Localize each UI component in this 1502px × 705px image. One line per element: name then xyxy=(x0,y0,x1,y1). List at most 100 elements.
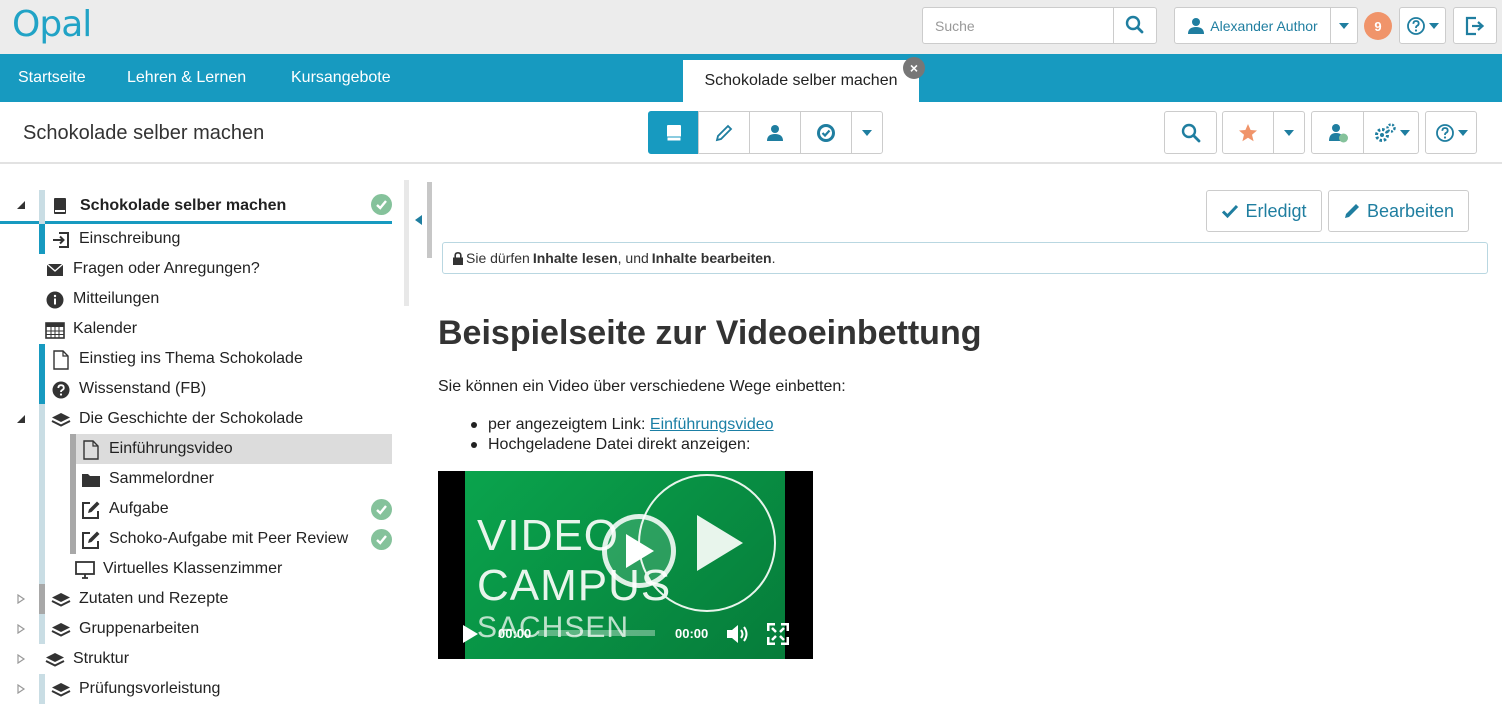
list-item: per angezeigtem Link: Einführungsvideo xyxy=(470,415,774,435)
fullscreen-icon[interactable] xyxy=(767,623,789,645)
assessment-button[interactable] xyxy=(800,111,852,154)
sidebar-scrollbar[interactable] xyxy=(404,180,409,306)
tree-item-label: Die Geschichte der Schokolade xyxy=(79,410,304,427)
video-progress-bar[interactable] xyxy=(538,630,655,636)
course-tools-caret[interactable] xyxy=(851,111,883,154)
tree-item-peer-review-task[interactable]: Schoko-Aufgabe mit Peer Review xyxy=(0,524,392,554)
search-button[interactable] xyxy=(1113,7,1157,44)
tree-item-structure[interactable]: Struktur xyxy=(0,644,392,674)
tree-item-exam-prerequisite[interactable]: Prüfungsvorleistung xyxy=(0,674,392,704)
tree-item-label: Struktur xyxy=(73,650,130,667)
nav-teaching-learning[interactable]: Lehren & Lernen xyxy=(127,69,246,87)
layers-icon xyxy=(51,680,71,700)
members-button[interactable] xyxy=(749,111,801,154)
tree-item-feedback[interactable]: Fragen oder Anregungen? xyxy=(0,254,392,284)
tree-item-task[interactable]: Aufgabe xyxy=(0,494,392,524)
search-icon xyxy=(1181,123,1200,142)
tree-item-ingredients-recipes[interactable]: Zutaten und Rezepte xyxy=(0,584,392,614)
tree-item-label: Kalender xyxy=(73,320,138,337)
tree-item-label: Schokolade selber machen xyxy=(80,197,287,214)
tree-item-intro-video[interactable]: Einführungsvideo xyxy=(0,434,392,464)
course-title: Schokolade selber machen xyxy=(23,122,265,144)
logout-icon xyxy=(1465,16,1485,35)
intro-video-link[interactable]: Einführungsvideo xyxy=(650,416,774,433)
permission-read: Inhalte lesen xyxy=(532,250,618,266)
mark-done-button[interactable]: Erledigt xyxy=(1206,190,1322,232)
expanded-toggle-icon[interactable] xyxy=(15,199,27,211)
video-logo-line1: VIDEO xyxy=(477,511,619,560)
tree-item-label: Gruppenarbeiten xyxy=(79,620,200,637)
course-search-button[interactable] xyxy=(1164,111,1217,154)
play-overlay-button[interactable] xyxy=(602,514,676,588)
nav-course-offers[interactable]: Kursangebote xyxy=(291,69,391,87)
play-icon[interactable] xyxy=(461,624,479,644)
edit-icon xyxy=(81,500,101,520)
help-icon xyxy=(1435,123,1454,142)
book-icon xyxy=(50,196,70,216)
video-player[interactable]: VIDEO CAMPUS SACHSEN 00:00 00:00 xyxy=(438,471,813,659)
lock-icon xyxy=(453,251,463,265)
collapsed-toggle-icon[interactable] xyxy=(15,683,27,695)
layers-icon xyxy=(51,590,71,610)
notifications-badge[interactable]: 9 xyxy=(1364,12,1392,40)
permission-suffix: . xyxy=(771,250,776,266)
edit-page-button[interactable]: Bearbeiten xyxy=(1328,190,1469,232)
tree-item-label: Schoko-Aufgabe mit Peer Review xyxy=(109,530,349,547)
tree-item-virtual-classroom[interactable]: Virtuelles Klassenzimmer xyxy=(0,554,392,584)
course-view-button[interactable] xyxy=(648,111,699,154)
tree-item-announcements[interactable]: Mitteilungen xyxy=(0,284,392,314)
favorite-button[interactable] xyxy=(1222,111,1274,154)
users-icon xyxy=(767,124,783,141)
collapsed-toggle-icon[interactable] xyxy=(15,623,27,635)
tree-item-label: Wissenstand (FB) xyxy=(79,380,207,397)
user-menu-caret[interactable] xyxy=(1330,7,1358,44)
pencil-icon xyxy=(715,124,733,141)
search-icon xyxy=(1125,15,1144,34)
publish-button[interactable] xyxy=(1311,111,1364,154)
tree-item-calendar[interactable]: Kalender xyxy=(0,314,392,344)
course-header: Schokolade selber machen xyxy=(0,102,1502,164)
info-icon xyxy=(45,290,65,310)
nav-home[interactable]: Startseite xyxy=(18,69,86,87)
permission-separator: , und xyxy=(617,250,649,266)
tree-item-collection-folder[interactable]: Sammelordner xyxy=(0,464,392,494)
page-title: Beispielseite zur Videoeinbettung xyxy=(438,314,982,352)
user-menu-button[interactable]: Alexander Author xyxy=(1174,7,1331,44)
tree-item-label: Fragen oder Anregungen? xyxy=(73,260,260,277)
layers-icon xyxy=(51,410,71,430)
pencil-icon xyxy=(1344,204,1359,218)
course-settings-button[interactable] xyxy=(1363,111,1419,154)
tree-item-intro-topic[interactable]: Einstieg ins Thema Schokolade xyxy=(0,344,392,374)
expanded-toggle-icon[interactable] xyxy=(15,413,27,425)
sidebar-collapse-toggle[interactable] xyxy=(410,182,432,258)
tree-item-group-work[interactable]: Gruppenarbeiten xyxy=(0,614,392,644)
help-icon xyxy=(1407,16,1425,35)
tab-course[interactable]: Schokolade selber machen xyxy=(683,60,919,102)
logout-button[interactable] xyxy=(1453,7,1497,44)
tree-item-label: Zutaten und Rezepte xyxy=(79,590,229,607)
tree-item-course-root[interactable]: Schokolade selber machen xyxy=(0,190,392,224)
tree-item-enrollment[interactable]: Einschreibung xyxy=(0,224,392,254)
course-help-button[interactable] xyxy=(1425,111,1477,154)
page-intro: Sie können ein Video über verschiedene W… xyxy=(438,378,846,395)
user-icon xyxy=(1188,17,1205,34)
opal-logo[interactable]: Opal xyxy=(12,4,92,45)
search-input[interactable] xyxy=(922,7,1114,44)
favorite-caret[interactable] xyxy=(1273,111,1305,154)
current-time: 00:00 xyxy=(498,626,532,641)
collapsed-toggle-icon[interactable] xyxy=(15,653,27,665)
question-icon xyxy=(51,380,71,400)
edit-page-label: Bearbeiten xyxy=(1366,200,1455,221)
video-controls: 00:00 00:00 xyxy=(438,617,813,651)
permission-info: Sie dürfen Inhalte lesen , und Inhalte b… xyxy=(442,242,1488,274)
collapsed-toggle-icon[interactable] xyxy=(15,593,27,605)
tree-item-label: Aufgabe xyxy=(109,500,169,517)
tree-item-knowledge-check[interactable]: Wissenstand (FB) xyxy=(0,374,392,404)
volume-icon[interactable] xyxy=(726,623,750,645)
tree-item-label: Mitteilungen xyxy=(73,290,160,307)
help-menu-button[interactable] xyxy=(1399,7,1446,44)
tree-item-history[interactable]: Die Geschichte der Schokolade xyxy=(0,404,392,434)
course-editor-button[interactable] xyxy=(698,111,750,154)
list-item: Hochgeladene Datei direkt anzeigen: xyxy=(470,435,774,455)
close-tab-icon[interactable]: × xyxy=(903,57,925,79)
